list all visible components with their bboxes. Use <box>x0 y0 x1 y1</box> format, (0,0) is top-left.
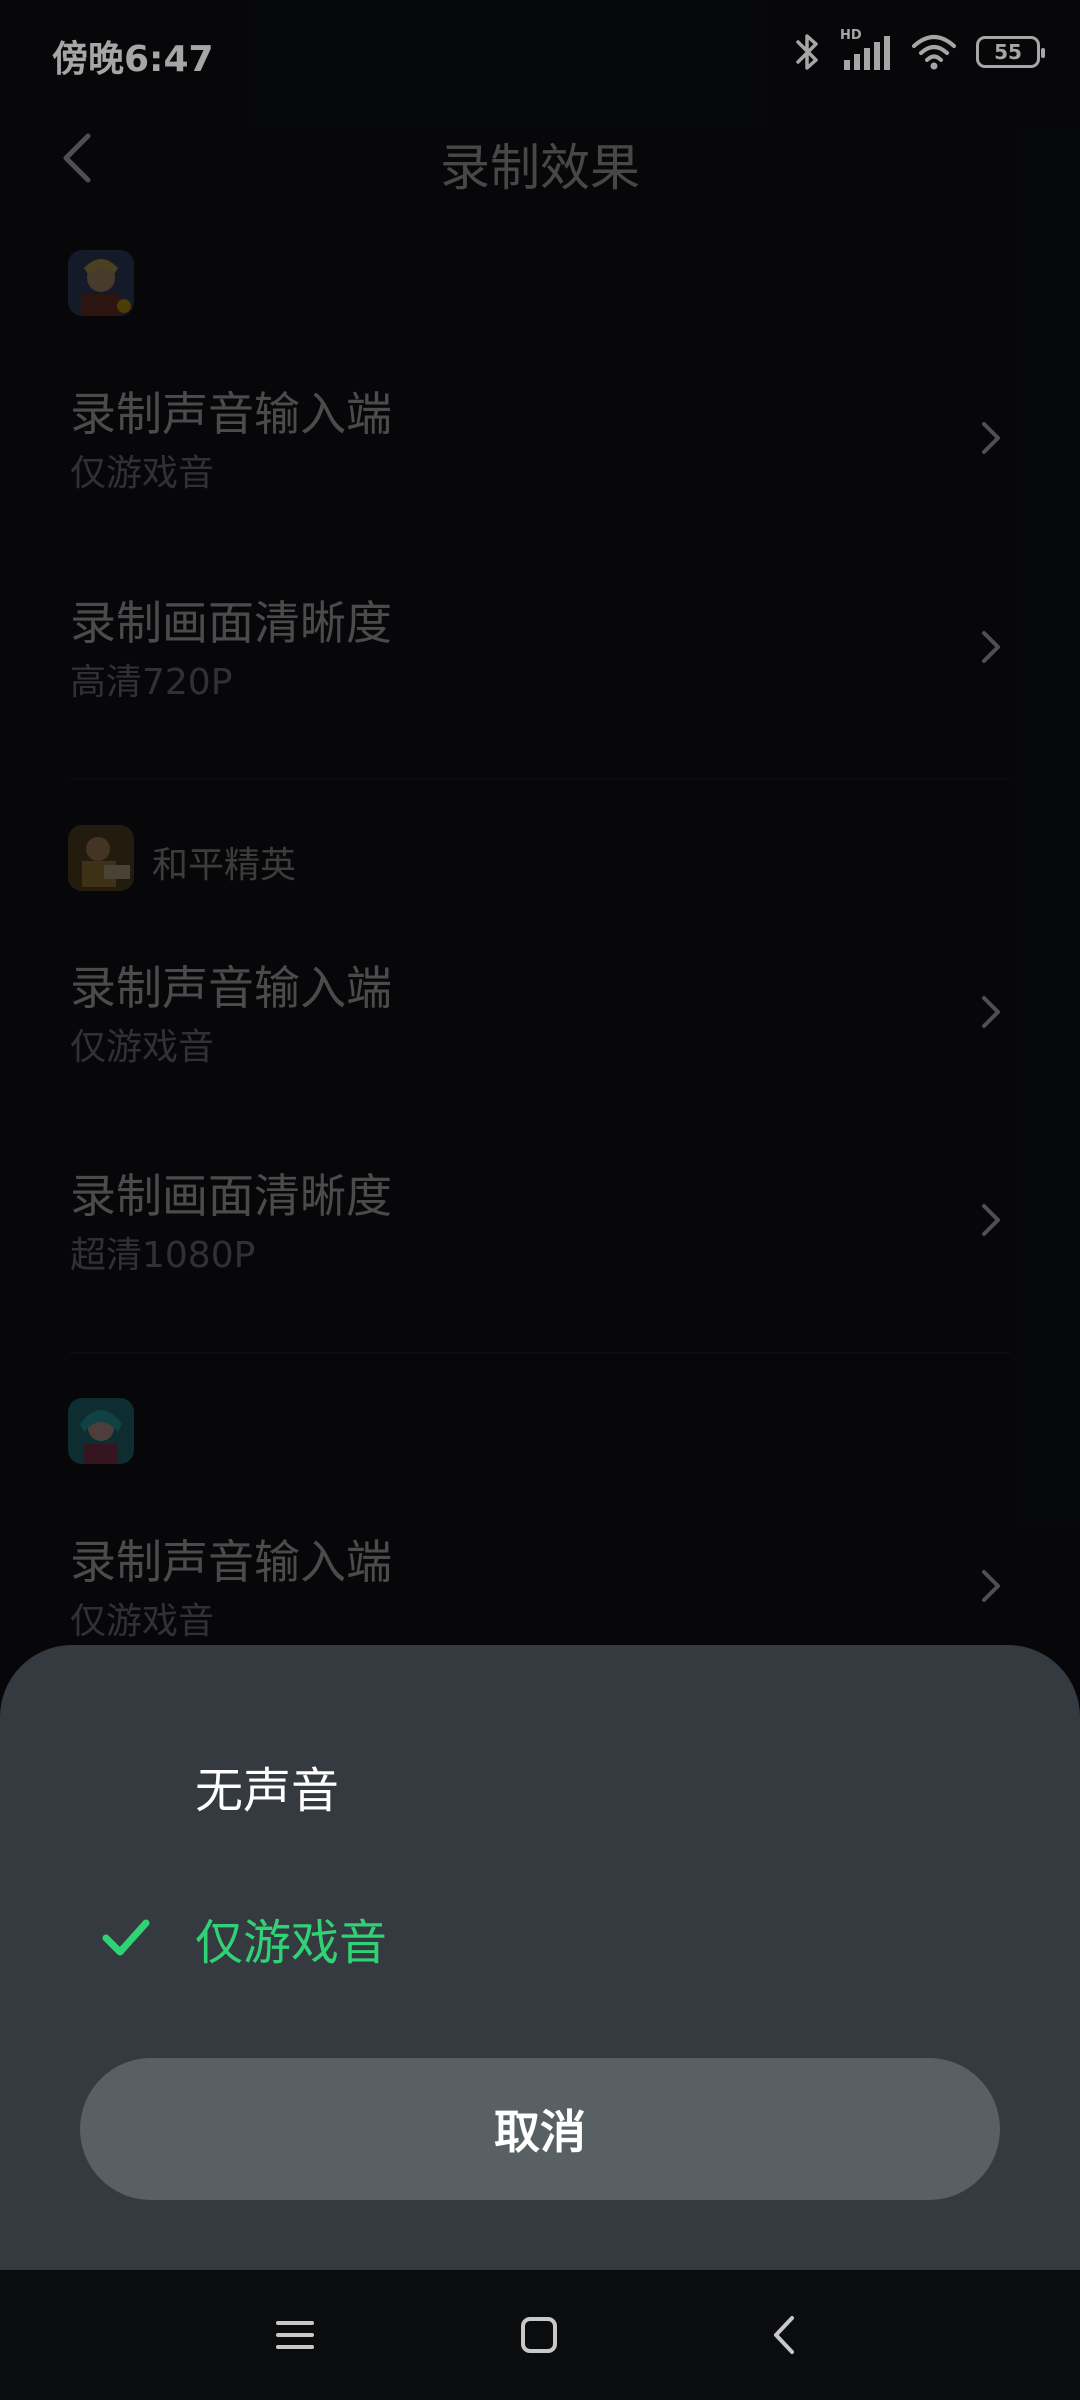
option-game-audio-only[interactable]: 仅游戏音 <box>0 1863 1080 2003</box>
cancel-button[interactable]: 取消 <box>80 2058 1000 2200</box>
screen: 录制效果 录制声音输入端 仅游戏音 录制画面清晰度 高清720P 和平精英 录制… <box>0 0 1080 2400</box>
home-icon[interactable] <box>516 2312 562 2358</box>
menu-icon[interactable] <box>272 2312 318 2358</box>
option-no-sound[interactable]: 无声音 <box>0 1711 1080 1851</box>
audio-source-sheet: 无声音 仅游戏音 取消 <box>0 1645 1080 2270</box>
option-label: 无声音 <box>195 1763 340 1819</box>
back-icon[interactable] <box>762 2312 808 2358</box>
option-label: 仅游戏音 <box>195 1915 388 1971</box>
navigation-bar <box>0 2270 1080 2400</box>
checkmark-icon <box>102 1919 150 1956</box>
